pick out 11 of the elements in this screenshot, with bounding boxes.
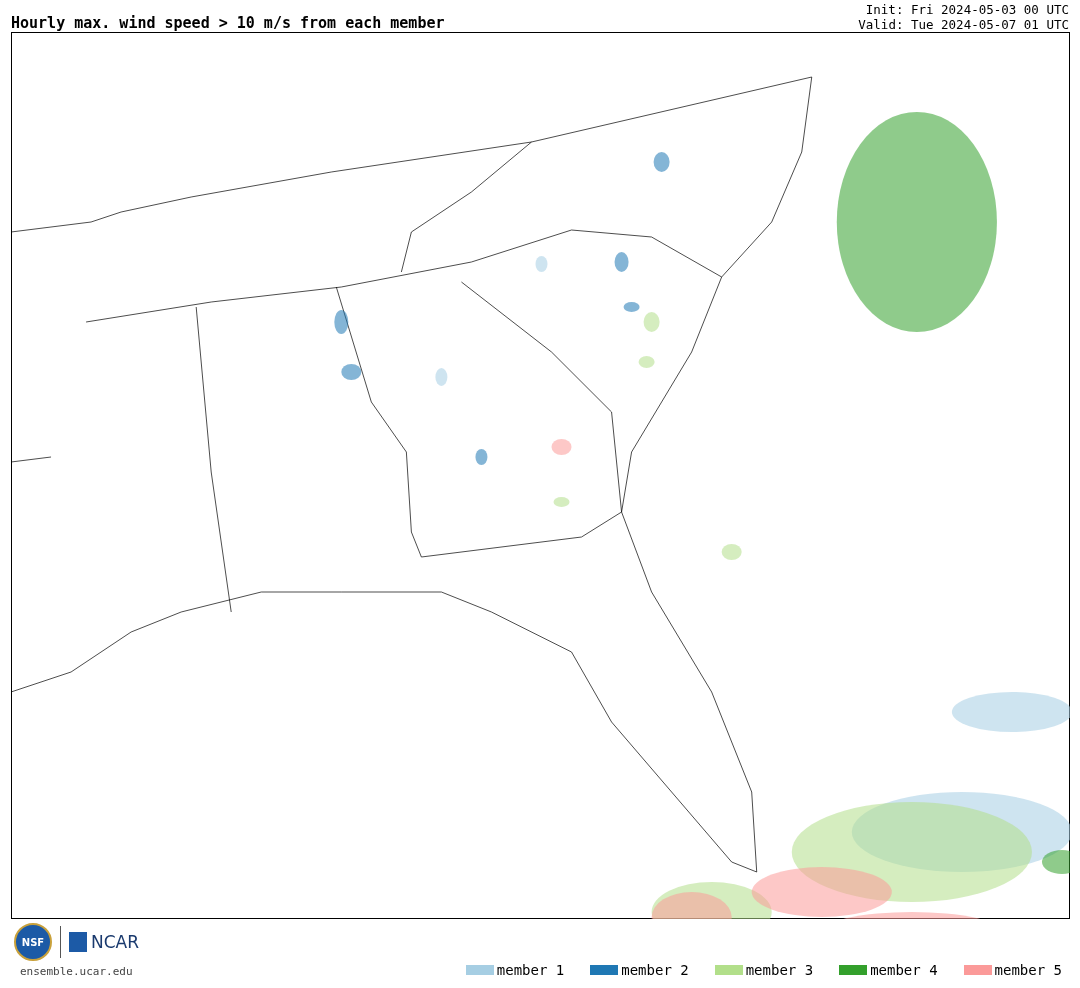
legend-label: member 2 [621, 962, 689, 978]
legend-label: member 3 [745, 962, 814, 978]
init-time: Init: Fri 2024-05-03 00 UTC [864, 2, 1069, 17]
legend-label: member 5 [994, 962, 1062, 978]
nsf-logo: NSF [14, 923, 52, 961]
chart-title: Hourly max. wind speed > 10 m/s from each member [11, 14, 445, 32]
legend-label: member 1 [496, 962, 565, 978]
ncar-logo: NCAR [69, 932, 140, 952]
site-url: ensemble.ucar.edu [19, 965, 134, 978]
valid-time: Valid: Tue 2024-05-07 01 UTC [858, 17, 1069, 32]
legend-label: member 4 [870, 962, 938, 978]
